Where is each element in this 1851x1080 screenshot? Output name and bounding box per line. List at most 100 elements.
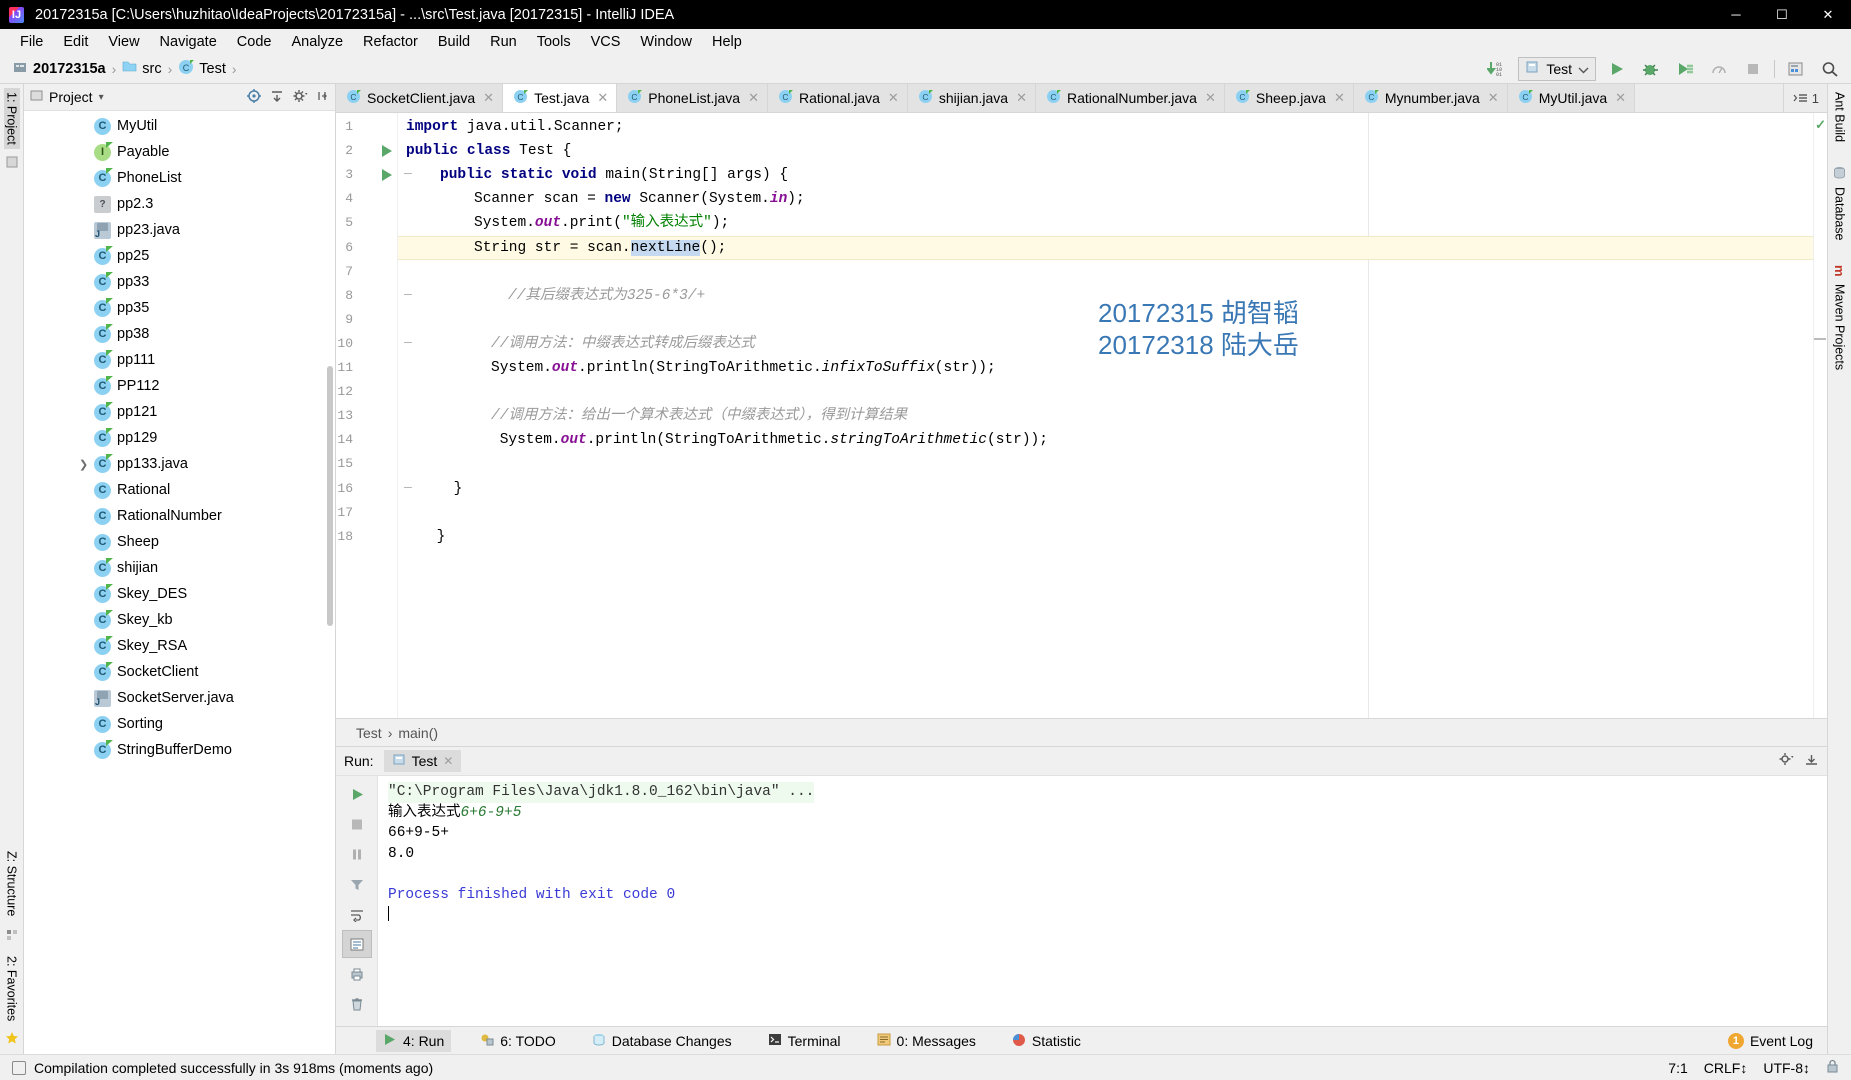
code-editor[interactable]: import java.util.Scanner;public class Te…	[398, 113, 1827, 718]
tree-item[interactable]: ❯pp133.java	[24, 451, 335, 477]
tree-item[interactable]: Sorting	[24, 711, 335, 737]
code-line[interactable]: System.out.print("输入表达式");	[398, 211, 1827, 235]
tree-item[interactable]: PhoneList	[24, 165, 335, 191]
search-icon[interactable]	[1817, 57, 1843, 81]
run-session-tab[interactable]: Test ✕	[384, 750, 462, 772]
tree-item[interactable]: pp35	[24, 295, 335, 321]
tree-item[interactable]: Skey_kb	[24, 607, 335, 633]
star-icon[interactable]	[5, 1031, 19, 1050]
inspection-stripe[interactable]: ✓	[1813, 113, 1827, 718]
menu-item-help[interactable]: Help	[702, 32, 752, 52]
minimize-button[interactable]: ─	[1713, 0, 1759, 29]
tree-item[interactable]: MyUtil	[24, 113, 335, 139]
file-encoding[interactable]: UTF-8↕	[1763, 1060, 1810, 1076]
close-icon[interactable]: ✕	[748, 90, 759, 106]
tree-item[interactable]: SocketClient	[24, 659, 335, 685]
tool-button-terminal[interactable]: Terminal	[761, 1030, 848, 1052]
breadcrumb-class[interactable]: Test	[356, 725, 382, 741]
tree-item[interactable]: pp38	[24, 321, 335, 347]
tool-button-6-todo[interactable]: 6: TODO	[473, 1030, 563, 1052]
editor-tab[interactable]: CMyUtil.java✕	[1508, 84, 1635, 112]
tree-item[interactable]: shijian	[24, 555, 335, 581]
tree-item[interactable]: pp23.java	[24, 217, 335, 243]
tree-item[interactable]: StringBufferDemo	[24, 737, 335, 763]
close-icon[interactable]: ✕	[483, 90, 494, 106]
editor-gutter[interactable]: 123─45678─910─111213141516─1718	[336, 113, 398, 718]
code-line[interactable]: }	[398, 477, 1827, 501]
code-line[interactable]	[398, 260, 1827, 284]
code-line[interactable]: Scanner scan = new Scanner(System.in);	[398, 187, 1827, 211]
lock-icon[interactable]	[1826, 1059, 1839, 1076]
filter-button[interactable]	[342, 870, 372, 898]
event-log-button[interactable]: 1 Event Log	[1728, 1033, 1827, 1049]
run-gutter-icon[interactable]	[382, 169, 395, 182]
run-with-coverage-button[interactable]	[1672, 57, 1698, 81]
close-icon[interactable]: ✕	[1016, 90, 1027, 106]
close-icon[interactable]: ✕	[597, 90, 608, 106]
tree-item[interactable]: pp129	[24, 425, 335, 451]
tree-item[interactable]: Payable	[24, 139, 335, 165]
code-line[interactable]: import java.util.Scanner;	[398, 115, 1827, 139]
nav-crumb-class[interactable]: C Test	[175, 58, 229, 80]
project-tree[interactable]: MyUtilPayablePhoneListpp2.3pp23.javapp25…	[24, 111, 335, 1054]
editor-tab[interactable]: Cshijian.java✕	[908, 84, 1036, 112]
code-line[interactable]: }	[398, 525, 1827, 549]
rail-button-maven-projects[interactable]: m Maven Projects	[1831, 261, 1848, 375]
project-structure-button[interactable]	[1783, 57, 1809, 81]
console-output[interactable]: "C:\Program Files\Java\jdk1.8.0_162\bin\…	[378, 776, 1827, 1026]
run-configuration-selector[interactable]: Test	[1518, 57, 1596, 81]
chevron-right-icon[interactable]: ❯	[79, 458, 88, 471]
code-line[interactable]: public class Test {	[398, 139, 1827, 163]
print-button[interactable]	[342, 960, 372, 988]
hide-panel-icon[interactable]	[1804, 753, 1819, 770]
hide-panel-icon[interactable]	[315, 89, 329, 106]
menu-item-code[interactable]: Code	[227, 32, 282, 52]
tool-button-statistic[interactable]: Statistic	[1005, 1030, 1088, 1052]
editor-tab[interactable]: CMynumber.java✕	[1354, 84, 1508, 112]
editor-tab[interactable]: CPhoneList.java✕	[617, 84, 768, 112]
rail-button-database[interactable]: Database	[1832, 162, 1848, 245]
tree-item[interactable]: RationalNumber	[24, 503, 335, 529]
menu-item-view[interactable]: View	[98, 32, 149, 52]
close-icon[interactable]: ✕	[1615, 90, 1626, 106]
editor-tab[interactable]: CRationalNumber.java✕	[1036, 84, 1225, 112]
rail-button-project[interactable]: 1: Project	[4, 88, 20, 149]
collapse-all-icon[interactable]	[269, 88, 285, 107]
caret-position[interactable]: 7:1	[1668, 1060, 1687, 1076]
rail-button-structure[interactable]: Z: Structure	[4, 847, 20, 920]
tree-item[interactable]: pp33	[24, 269, 335, 295]
close-icon[interactable]: ✕	[1334, 90, 1345, 106]
scroll-to-end-button[interactable]	[342, 930, 372, 958]
editor-tab[interactable]: CSocketClient.java✕	[336, 84, 503, 112]
code-line[interactable]: //调用方法：给出一个算术表达式（中缀表达式），得到计算结果	[398, 404, 1827, 428]
code-line[interactable]: public static void main(String[] args) {	[398, 163, 1827, 187]
gear-icon[interactable]	[292, 88, 308, 107]
rail-button-ant-build[interactable]: Ant Build	[1832, 88, 1848, 146]
tree-item[interactable]: Rational	[24, 477, 335, 503]
locate-icon[interactable]	[246, 88, 262, 107]
rail-button-favorites[interactable]: 2: Favorites	[4, 952, 20, 1025]
run-gutter-icon[interactable]	[382, 145, 395, 158]
editor-tab[interactable]: CRational.java✕	[768, 84, 908, 112]
nav-crumb-src[interactable]: src	[119, 59, 164, 78]
rerun-button[interactable]	[342, 780, 372, 808]
debug-button[interactable]	[1638, 57, 1664, 81]
close-icon[interactable]: ✕	[1205, 90, 1216, 106]
tree-item[interactable]: pp2.3	[24, 191, 335, 217]
breadcrumb-method[interactable]: main()	[398, 725, 438, 741]
tool-button-0-messages[interactable]: 0: Messages	[870, 1030, 983, 1052]
stripe-marker[interactable]	[1814, 338, 1826, 340]
menu-item-navigate[interactable]: Navigate	[150, 32, 227, 52]
code-line[interactable]: System.out.println(StringToArithmetic.st…	[398, 428, 1827, 452]
menu-item-analyze[interactable]: Analyze	[281, 32, 353, 52]
gear-icon[interactable]	[1778, 752, 1794, 770]
tree-item[interactable]: pp111	[24, 347, 335, 373]
tree-item[interactable]: Skey_DES	[24, 581, 335, 607]
menu-item-tools[interactable]: Tools	[527, 32, 581, 52]
close-icon[interactable]: ✕	[888, 90, 899, 106]
menu-item-run[interactable]: Run	[480, 32, 527, 52]
nav-crumb-project[interactable]: 20172315a	[10, 59, 109, 79]
close-icon[interactable]: ✕	[443, 754, 453, 768]
menu-item-file[interactable]: File	[10, 32, 53, 52]
soft-wrap-button[interactable]	[342, 900, 372, 928]
